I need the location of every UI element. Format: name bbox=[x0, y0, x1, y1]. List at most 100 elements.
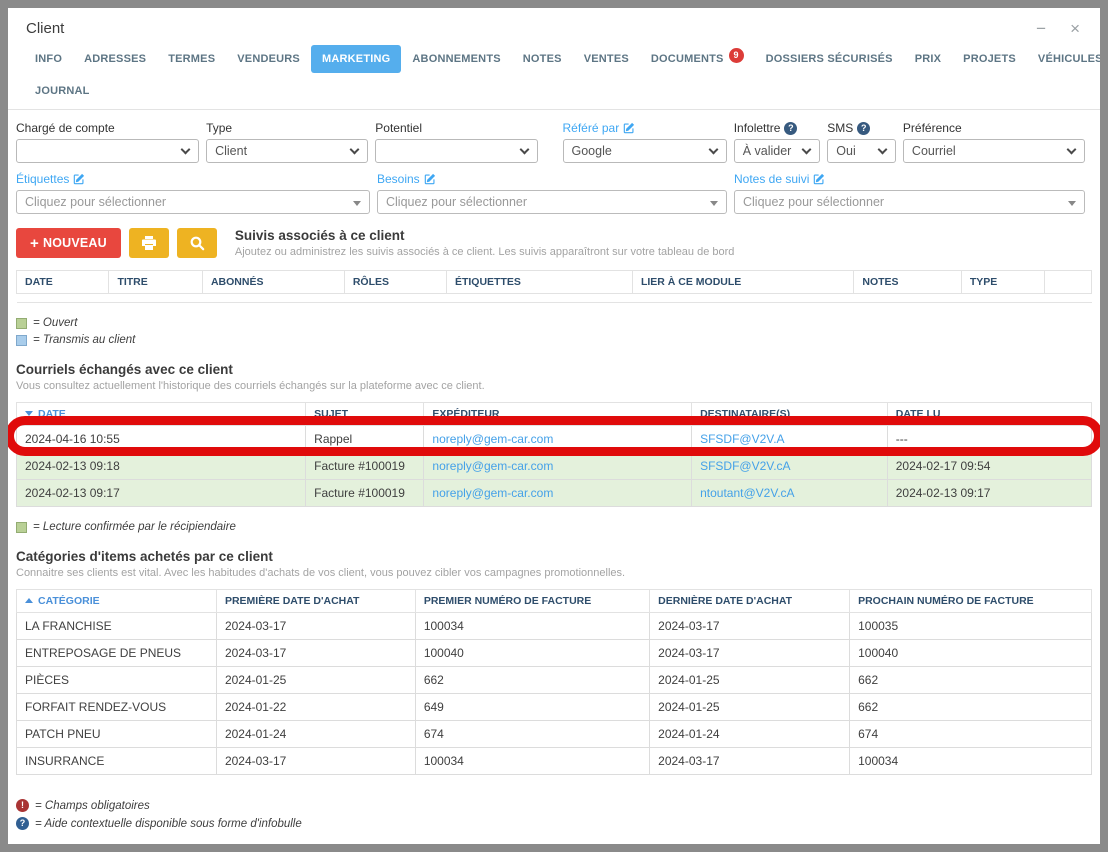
tab-dossiers-securises[interactable]: DOSSIERS SÉCURISÉS bbox=[755, 45, 904, 73]
infolettre-select[interactable]: À valider bbox=[734, 139, 821, 163]
refere-par-select[interactable]: Google bbox=[563, 139, 727, 163]
emails-col-date-lu[interactable]: DATE LU bbox=[887, 403, 1091, 426]
documents-count-badge: 9 bbox=[729, 48, 744, 63]
next-invoice-number: 674 bbox=[850, 721, 1092, 748]
new-suivi-button[interactable]: + NOUVEAU bbox=[16, 228, 121, 258]
email-date-lu: --- bbox=[887, 426, 1091, 453]
help-icon[interactable]: ? bbox=[784, 122, 797, 135]
besoins-label[interactable]: Besoins bbox=[377, 172, 727, 186]
legend-champs-obligatoires: ! = Champs obligatoires bbox=[16, 799, 1092, 812]
first-purchase-date: 2024-01-22 bbox=[216, 694, 415, 721]
next-invoice-number: 662 bbox=[850, 667, 1092, 694]
tab-vendeurs[interactable]: VENDEURS bbox=[226, 45, 311, 73]
charge-de-compte-select[interactable] bbox=[16, 139, 199, 163]
email-from-link[interactable]: noreply@gem-car.com bbox=[424, 480, 692, 507]
tab-adresses[interactable]: ADRESSES bbox=[73, 45, 157, 73]
sort-desc-icon bbox=[25, 411, 33, 416]
chevron-down-icon bbox=[519, 145, 529, 155]
email-row[interactable]: 2024-04-16 10:55 Rappel noreply@gem-car.… bbox=[17, 426, 1092, 453]
email-to-link[interactable]: SFSDF@V2V.cA bbox=[692, 453, 888, 480]
tab-documents[interactable]: DOCUMENTS9 bbox=[640, 45, 755, 73]
suivis-col-date[interactable]: DATE bbox=[17, 271, 109, 294]
suivis-col-lier[interactable]: LIER À CE MODULE bbox=[632, 271, 853, 294]
suivis-title: Suivis associés à ce client bbox=[235, 228, 735, 243]
etiquettes-input[interactable]: Cliquez pour sélectionner bbox=[16, 190, 370, 214]
email-from-link[interactable]: noreply@gem-car.com bbox=[424, 453, 692, 480]
suivis-col-actions bbox=[1044, 271, 1091, 294]
potentiel-select[interactable] bbox=[375, 139, 537, 163]
type-label: Type bbox=[206, 121, 368, 135]
email-to-link[interactable]: ntoutant@V2V.cA bbox=[692, 480, 888, 507]
emails-title: Courriels échangés avec ce client bbox=[16, 362, 1092, 377]
categories-col-prochain-numero[interactable]: PROCHAIN NUMÉRO DE FACTURE bbox=[850, 590, 1092, 613]
last-purchase-date: 2024-03-17 bbox=[650, 640, 850, 667]
chevron-down-icon bbox=[708, 145, 718, 155]
tab-marketing[interactable]: MARKETING bbox=[311, 45, 401, 73]
tab-projets[interactable]: PROJETS bbox=[952, 45, 1027, 73]
categories-col-derniere-date[interactable]: DERNIÈRE DATE D'ACHAT bbox=[650, 590, 850, 613]
suivis-col-notes[interactable]: NOTES bbox=[854, 271, 962, 294]
plus-icon: + bbox=[30, 235, 39, 252]
help-icon[interactable]: ? bbox=[857, 122, 870, 135]
category-name: PATCH PNEU bbox=[17, 721, 217, 748]
preference-label: Préférence bbox=[903, 121, 1085, 135]
infolettre-label: Infolettre ? bbox=[734, 121, 821, 135]
categories-col-categorie[interactable]: CATÉGORIE bbox=[17, 590, 217, 613]
preference-select[interactable]: Courriel bbox=[903, 139, 1085, 163]
last-purchase-date: 2024-03-17 bbox=[650, 748, 850, 775]
email-from-link[interactable]: noreply@gem-car.com bbox=[424, 426, 692, 453]
suivis-col-etiquettes[interactable]: ÉTIQUETTES bbox=[446, 271, 632, 294]
email-date: 2024-02-13 09:17 bbox=[17, 480, 306, 507]
tab-prix[interactable]: PRIX bbox=[904, 45, 952, 73]
suivis-col-abonnes[interactable]: ABONNÉS bbox=[202, 271, 344, 294]
tab-abonnements[interactable]: ABONNEMENTS bbox=[401, 45, 511, 73]
sms-label: SMS ? bbox=[827, 121, 896, 135]
dropdown-arrow-icon bbox=[353, 201, 361, 206]
suivis-col-type[interactable]: TYPE bbox=[961, 271, 1044, 294]
required-icon: ! bbox=[16, 799, 29, 812]
close-icon[interactable]: × bbox=[1070, 20, 1080, 37]
category-row: INSURRANCE 2024-03-17 100034 2024-03-17 … bbox=[17, 748, 1092, 775]
sms-select[interactable]: Oui bbox=[827, 139, 896, 163]
email-row[interactable]: 2024-02-13 09:17 Facture #100019 noreply… bbox=[17, 480, 1092, 507]
category-name: ENTREPOSAGE DE PNEUS bbox=[17, 640, 217, 667]
category-name: PIÈCES bbox=[17, 667, 217, 694]
suivis-col-roles[interactable]: RÔLES bbox=[344, 271, 446, 294]
email-row[interactable]: 2024-02-13 09:18 Facture #100019 noreply… bbox=[17, 453, 1092, 480]
dropdown-arrow-icon bbox=[710, 201, 718, 206]
last-purchase-date: 2024-01-25 bbox=[650, 694, 850, 721]
email-to-link[interactable]: SFSDF@V2V.A bbox=[692, 426, 888, 453]
sms-value: Oui bbox=[836, 144, 855, 158]
besoins-input[interactable]: Cliquez pour sélectionner bbox=[377, 190, 727, 214]
etiquettes-label[interactable]: Étiquettes bbox=[16, 172, 370, 186]
emails-col-sujet[interactable]: SUJET bbox=[306, 403, 424, 426]
email-sujet: Facture #100019 bbox=[306, 453, 424, 480]
dropdown-arrow-icon bbox=[1068, 201, 1076, 206]
emails-col-destinataire[interactable]: DESTINATAIRE(S) bbox=[692, 403, 888, 426]
refere-par-label[interactable]: Référé par bbox=[563, 121, 727, 135]
categories-col-premier-numero[interactable]: PREMIER NUMÉRO DE FACTURE bbox=[415, 590, 649, 613]
chevron-down-icon bbox=[877, 145, 887, 155]
tab-journal[interactable]: JOURNAL bbox=[24, 77, 101, 105]
blue-swatch bbox=[16, 335, 27, 346]
tab-vehicules[interactable]: VÉHICULES bbox=[1027, 45, 1100, 73]
print-button[interactable] bbox=[129, 228, 169, 258]
notes-de-suivi-label[interactable]: Notes de suivi bbox=[734, 172, 1085, 186]
categories-col-premiere-date[interactable]: PREMIÈRE DATE D'ACHAT bbox=[216, 590, 415, 613]
email-date: 2024-02-13 09:18 bbox=[17, 453, 306, 480]
suivis-col-titre[interactable]: TITRE bbox=[109, 271, 203, 294]
category-row: ENTREPOSAGE DE PNEUS 2024-03-17 100040 2… bbox=[17, 640, 1092, 667]
tab-termes[interactable]: TERMES bbox=[157, 45, 226, 73]
tab-info[interactable]: INFO bbox=[24, 45, 73, 73]
tab-ventes[interactable]: VENTES bbox=[573, 45, 640, 73]
type-select[interactable]: Client bbox=[206, 139, 368, 163]
tab-notes[interactable]: NOTES bbox=[512, 45, 573, 73]
category-row: PIÈCES 2024-01-25 662 2024-01-25 662 bbox=[17, 667, 1092, 694]
emails-subtitle: Vous consultez actuellement l'historique… bbox=[16, 380, 1092, 392]
emails-col-date[interactable]: DATE bbox=[17, 403, 306, 426]
minimize-button[interactable]: − bbox=[1036, 20, 1046, 37]
notes-de-suivi-input[interactable]: Cliquez pour sélectionner bbox=[734, 190, 1085, 214]
categories-table: CATÉGORIE PREMIÈRE DATE D'ACHAT PREMIER … bbox=[16, 589, 1092, 775]
emails-col-expediteur[interactable]: EXPÉDITEUR bbox=[424, 403, 692, 426]
search-button[interactable] bbox=[177, 228, 217, 258]
